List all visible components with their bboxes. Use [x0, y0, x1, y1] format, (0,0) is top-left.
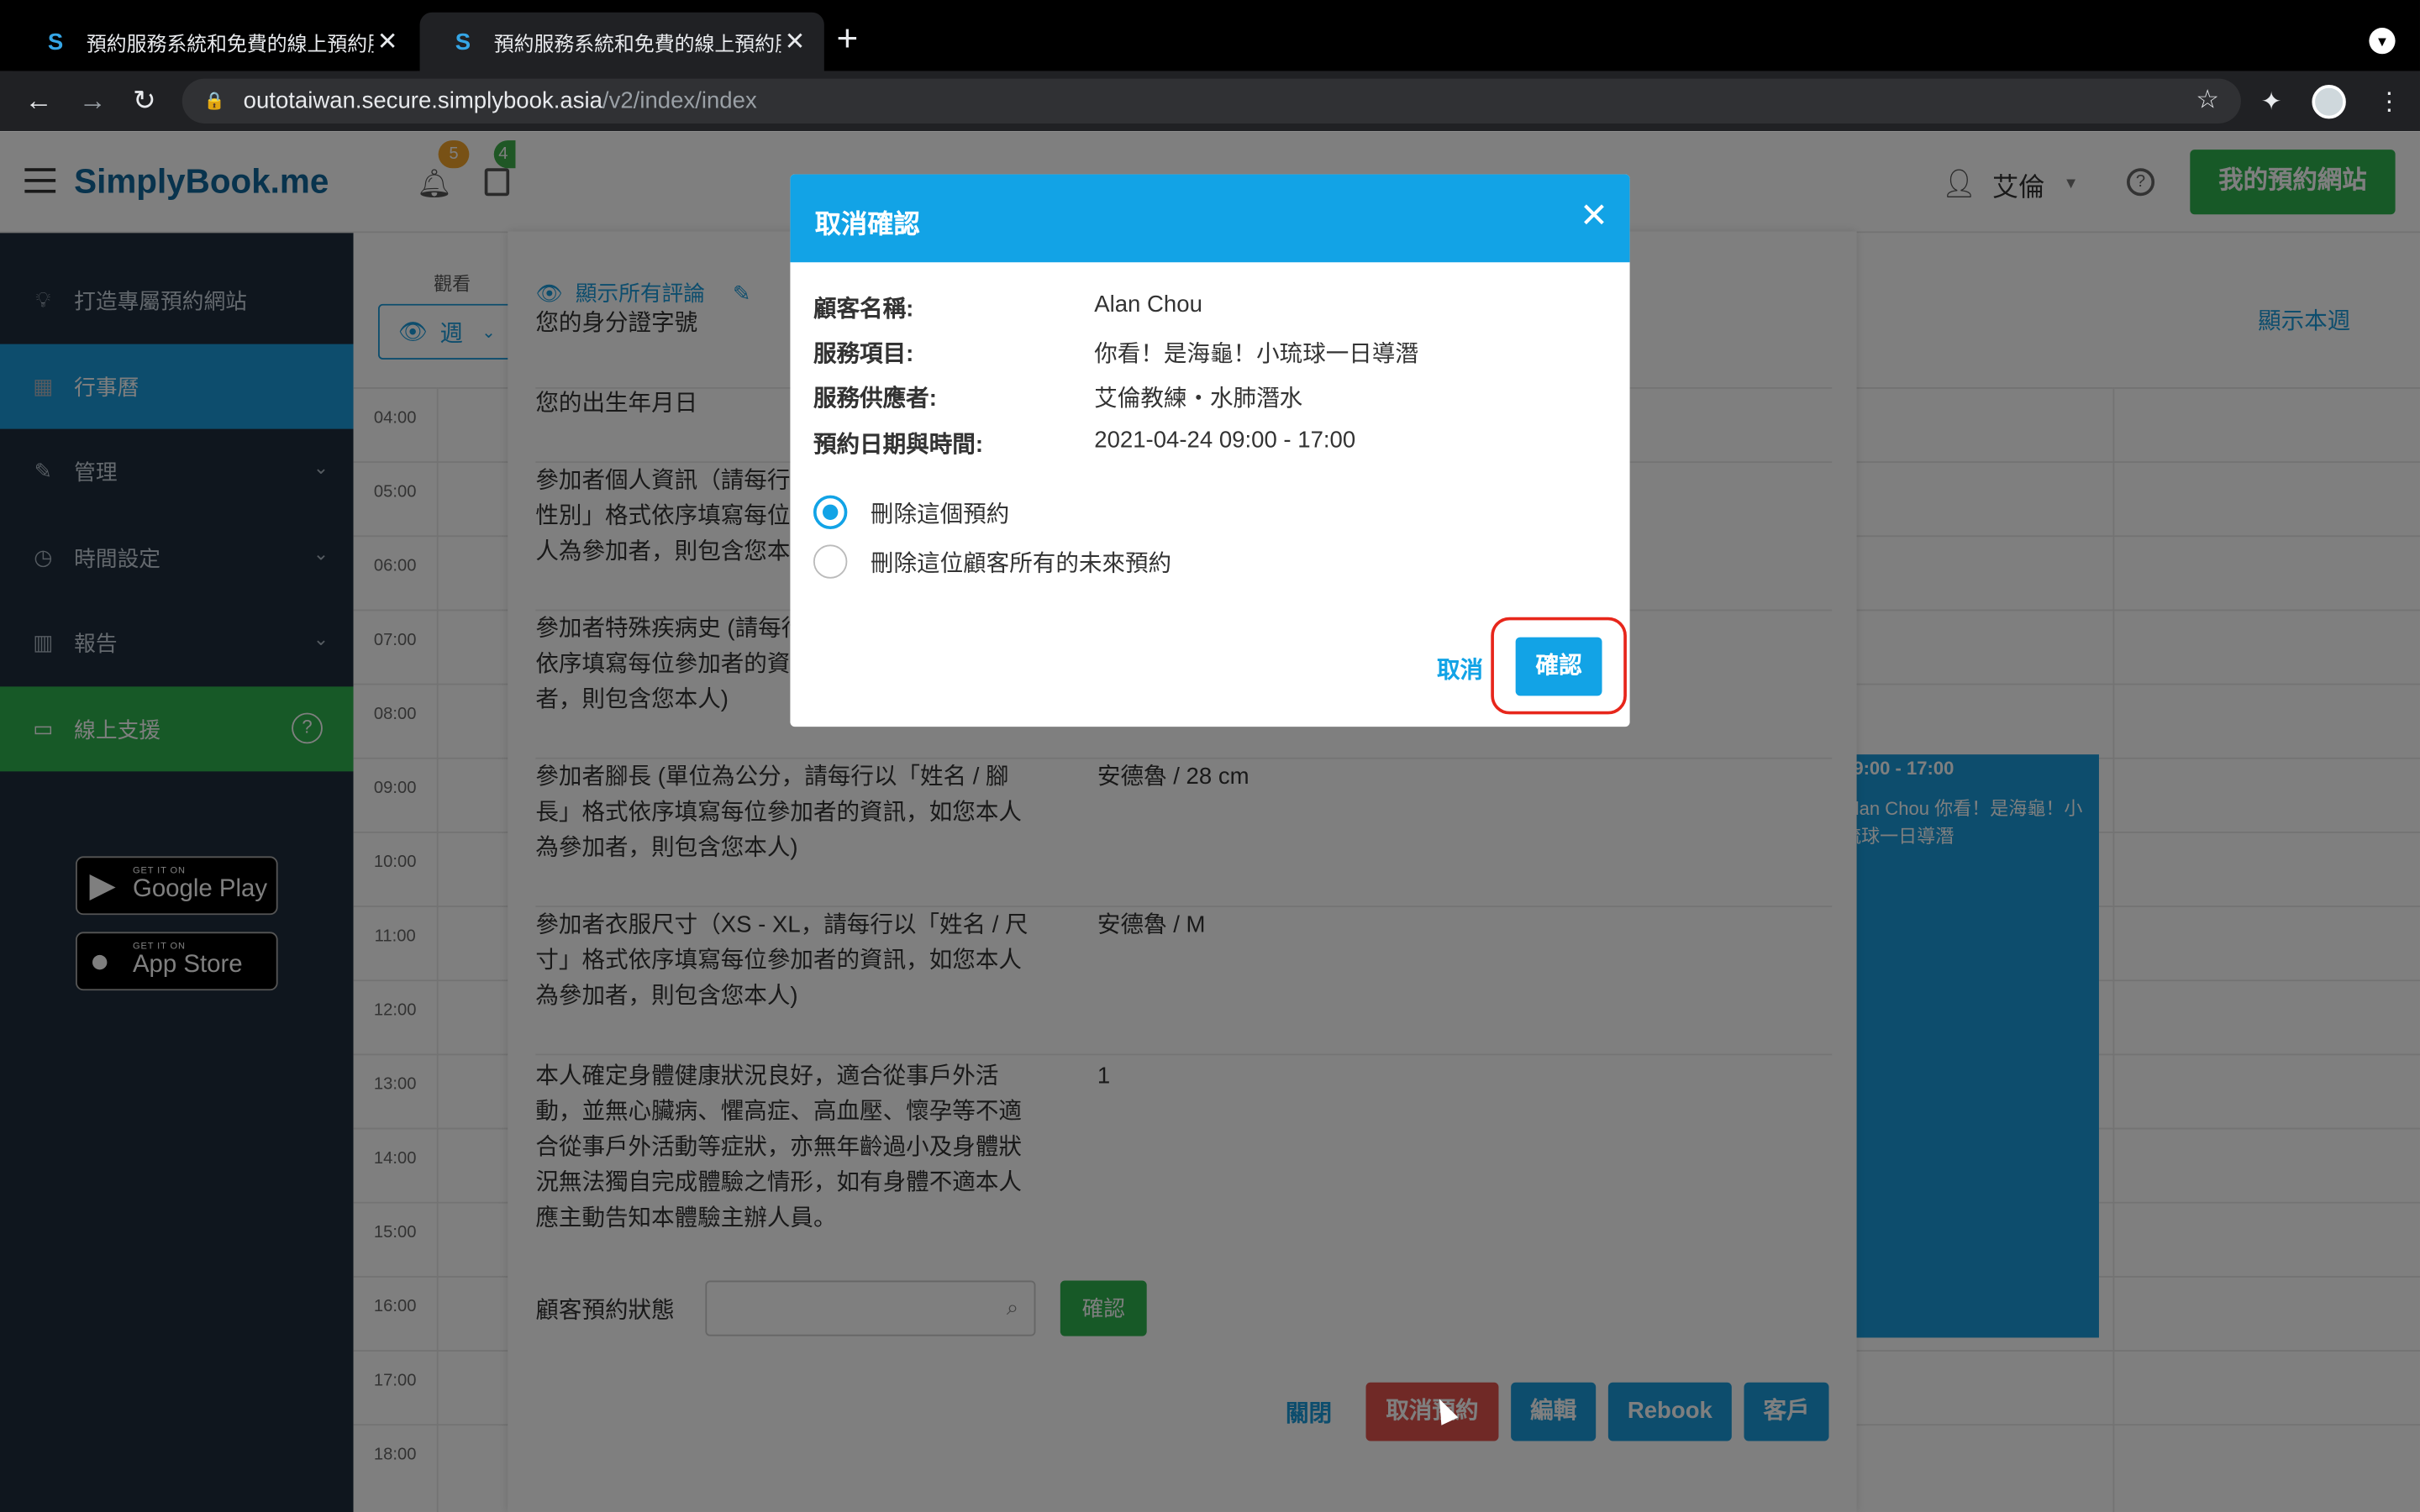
radio-label: 刪除這位顧客所有的未來預約	[870, 549, 1172, 577]
field-label: 服務項目:	[813, 340, 914, 368]
field-value: 你看！是海龜！小琉球一日導潛	[1094, 340, 1418, 368]
field-value: 艾倫教練・水肺潛水	[1094, 386, 1303, 412]
address-bar[interactable]: 🔒 outotaiwan.secure.simplybook.asia/v2/i…	[182, 78, 2241, 123]
browser-tab-active[interactable]: S 預約服務系統和免費的線上預約服 ✕	[419, 12, 824, 71]
tab-title: 預約服務系統和免費的線上預約服	[493, 31, 781, 55]
field-label: 顧客名稱:	[813, 296, 914, 323]
radio-delete-all-future-bookings[interactable]: 刪除這位顧客所有的未來預約	[813, 544, 1172, 579]
dialog-title: 取消確認	[814, 209, 920, 239]
simplybook-favicon-icon: S	[47, 28, 64, 55]
confirm-highlight-annotation	[1491, 617, 1627, 715]
dialog-header: 取消確認 ✕	[790, 174, 1630, 263]
dialog-cancel-button[interactable]: 取消	[1437, 653, 1483, 685]
close-tab-icon[interactable]: ✕	[781, 26, 808, 57]
simplybook-favicon-icon: S	[455, 28, 471, 55]
radio-delete-this-booking[interactable]: 刪除這個預約	[813, 495, 1010, 529]
browser-tab-bar: S 預約服務系統和免費的線上預約服 ✕ S 預約服務系統和免費的線上預約服 ✕ …	[0, 0, 2420, 71]
screen: S 預約服務系統和免費的線上預約服 ✕ S 預約服務系統和免費的線上預約服 ✕ …	[0, 0, 2420, 1512]
profile-avatar[interactable]	[2312, 85, 2346, 119]
radio-unselected-icon	[813, 544, 848, 579]
new-tab-icon[interactable]: +	[837, 21, 859, 59]
bookmark-star-icon[interactable]: ☆	[2196, 85, 2219, 116]
close-tab-icon[interactable]: ✕	[373, 26, 401, 57]
extensions-icon[interactable]: ✦	[2261, 87, 2282, 118]
lock-icon: 🔒	[203, 92, 225, 112]
tab-search-icon[interactable]: ▼	[2369, 28, 2396, 55]
field-value: 2021-04-24 09:00 - 17:00	[1094, 427, 1356, 454]
forward-icon[interactable]: →	[79, 83, 107, 117]
radio-label: 刪除這個預約	[870, 501, 1010, 528]
url-host: outotaiwan.secure.simplybook.asia	[243, 87, 602, 114]
reload-icon[interactable]: ↻	[133, 83, 156, 117]
field-label: 預約日期與時間:	[813, 432, 983, 459]
chrome-menu-icon[interactable]: ⋮	[2377, 87, 2402, 118]
radio-selected-icon	[813, 495, 848, 529]
close-icon[interactable]: ✕	[1580, 196, 1608, 236]
browser-tab[interactable]: S 預約服務系統和免費的線上預約服 ✕	[12, 12, 417, 71]
url-path: /v2/index/index	[602, 87, 757, 114]
tab-title: 預約服務系統和免費的線上預約服	[86, 31, 374, 55]
field-value: Alan Chou	[1094, 291, 1202, 318]
field-label: 服務供應者:	[813, 386, 937, 412]
back-icon[interactable]: ←	[24, 83, 52, 117]
browser-toolbar: ← → ↻ 🔒 outotaiwan.secure.simplybook.asi…	[0, 71, 2420, 132]
